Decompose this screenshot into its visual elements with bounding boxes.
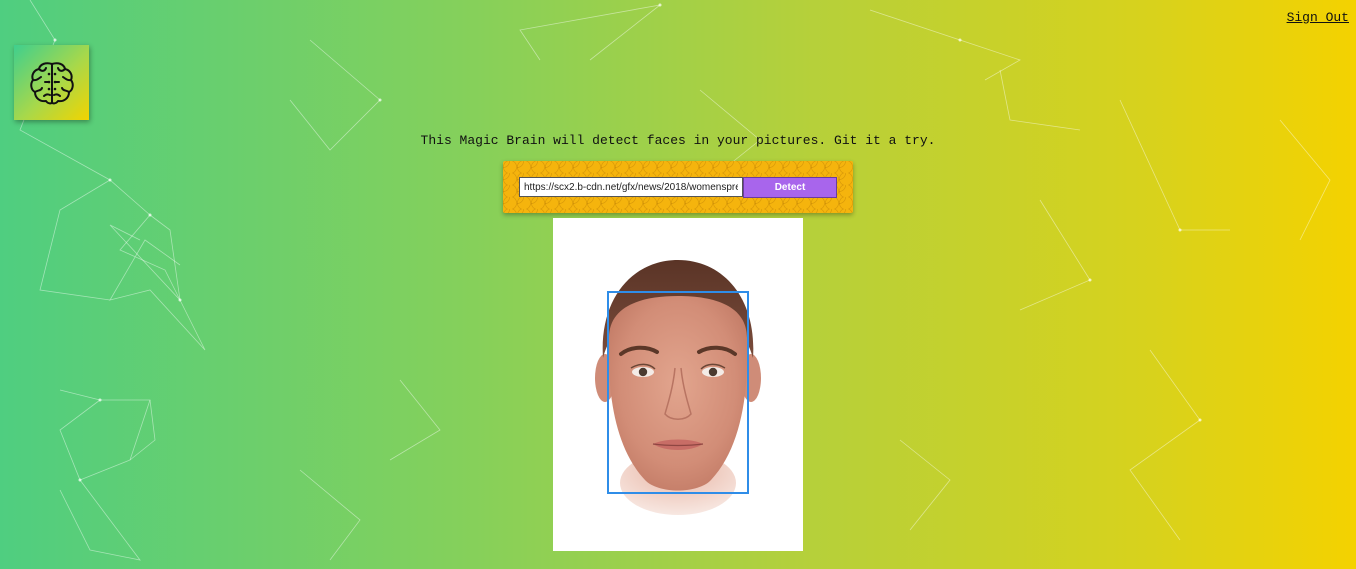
logo xyxy=(14,45,89,120)
brain-icon xyxy=(29,61,74,104)
sign-out-link[interactable]: Sign Out xyxy=(1287,10,1349,25)
face-image xyxy=(553,218,803,551)
image-url-form: Detect xyxy=(503,161,853,213)
image-url-input[interactable] xyxy=(519,177,743,197)
detect-button[interactable]: Detect xyxy=(743,177,837,198)
face-bounding-box xyxy=(607,291,749,494)
tagline: This Magic Brain will detect faces in yo… xyxy=(420,133,936,148)
